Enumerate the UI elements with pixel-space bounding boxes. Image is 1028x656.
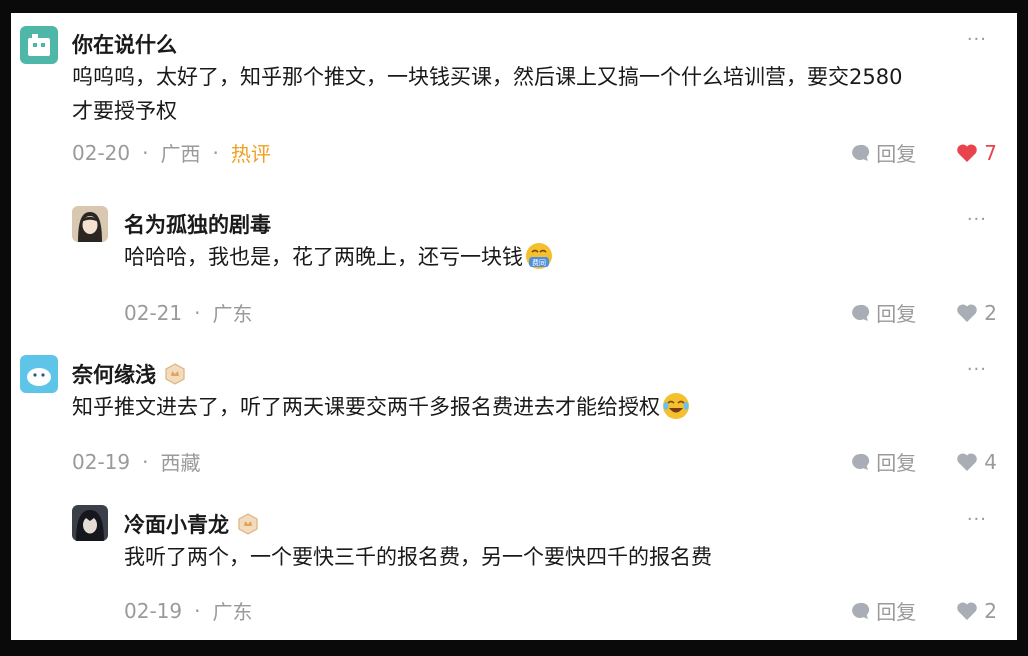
comment-text: 知乎推文进去了，听了两天课要交两千多报名费进去才能给授权 bbox=[72, 390, 690, 424]
like-count: 7 bbox=[984, 140, 997, 165]
avatar[interactable] bbox=[20, 26, 58, 64]
reply-icon bbox=[852, 602, 870, 619]
heart-icon bbox=[957, 303, 978, 322]
comment-text: 呜呜呜，太好了，知乎那个推文，一块钱买课，然后课上又搞一个什么培训营，要交258… bbox=[72, 60, 902, 128]
comment-text-line: 呜呜呜，太好了，知乎那个推文，一块钱买课，然后课上又搞一个什么培训营，要交258… bbox=[72, 65, 903, 89]
reply-button[interactable]: 回复 bbox=[850, 138, 916, 167]
avatar[interactable] bbox=[72, 505, 108, 541]
comment-actions: 回复 2 bbox=[850, 298, 997, 327]
comment-text-line: 才要授予权 bbox=[72, 99, 177, 123]
like-count: 2 bbox=[984, 598, 997, 623]
reply-icon bbox=[852, 144, 870, 161]
username[interactable]: 奈何缘浅 bbox=[72, 359, 186, 389]
like-button[interactable]: 4 bbox=[956, 450, 997, 474]
like-count: 4 bbox=[984, 449, 997, 474]
comment-location: 广东 bbox=[212, 302, 253, 326]
comment-meta: 02-19 · 广东 bbox=[124, 596, 252, 625]
comment-meta: 02-20 · 广西 · 热评 bbox=[72, 138, 271, 167]
username[interactable]: 你在说什么 bbox=[72, 29, 177, 59]
comment-item: 你在说什么 ··· 呜呜呜，太好了，知乎那个推文，一块钱买课，然后课上又搞一个什… bbox=[11, 13, 1017, 193]
comment-item: 奈何缘浅 ··· 知乎推文进去了，听了两天课要交两千多报名费进去才能给授权 02… bbox=[11, 343, 1017, 493]
comment-text: 哈哈哈，我也是，花了两晚上，还亏一块钱 费同 bbox=[124, 240, 553, 274]
comment-meta: 02-19 · 西藏 bbox=[72, 447, 200, 476]
like-count: 2 bbox=[984, 300, 997, 325]
reply-button[interactable]: 回复 bbox=[850, 596, 916, 625]
comment-date: 02-20 bbox=[72, 140, 131, 165]
svg-text:费同: 费同 bbox=[532, 258, 546, 267]
comment-meta: 02-21 · 广东 bbox=[124, 298, 252, 327]
username[interactable]: 名为孤独的剧毒 bbox=[124, 209, 271, 239]
sympathy-emoji-icon: 费同 bbox=[526, 243, 552, 269]
comment-actions: 回复 4 bbox=[850, 447, 997, 476]
comment-text: 我听了两个，一个要快三千的报名费，另一个要快四千的报名费 bbox=[124, 545, 712, 569]
comment-date: 02-19 bbox=[124, 598, 183, 623]
reply-button[interactable]: 回复 bbox=[850, 298, 916, 327]
reply-icon bbox=[852, 453, 870, 470]
like-button[interactable]: 7 bbox=[956, 141, 997, 165]
like-button[interactable]: 2 bbox=[956, 599, 997, 623]
comment-item: 名为孤独的剧毒 ··· 哈哈哈，我也是，花了两晚上，还亏一块钱 费同 02-21… bbox=[11, 193, 1017, 343]
more-options-icon[interactable]: ··· bbox=[967, 359, 987, 380]
comment-date: 02-21 bbox=[124, 300, 183, 325]
hot-tag: 热评 bbox=[230, 142, 271, 166]
heart-icon bbox=[957, 601, 978, 620]
comments-panel: 你在说什么 ··· 呜呜呜，太好了，知乎那个推文，一块钱买课，然后课上又搞一个什… bbox=[11, 13, 1017, 640]
avatar[interactable] bbox=[72, 206, 108, 242]
reply-button[interactable]: 回复 bbox=[850, 447, 916, 476]
avatar[interactable] bbox=[20, 355, 58, 393]
like-button[interactable]: 2 bbox=[956, 301, 997, 325]
comment-location: 广东 bbox=[212, 600, 253, 624]
comment-actions: 回复 7 bbox=[850, 138, 997, 167]
laughing-crying-emoji-icon bbox=[663, 393, 689, 419]
level-badge-icon bbox=[238, 513, 258, 535]
heart-icon bbox=[957, 452, 978, 471]
comment-location: 广西 bbox=[160, 142, 201, 166]
comment-item: 冷面小青龙 ··· 我听了两个，一个要快三千的报名费，另一个要快四千的报名费 0… bbox=[11, 493, 1017, 640]
comment-location: 西藏 bbox=[160, 451, 201, 475]
heart-icon bbox=[957, 143, 978, 162]
more-options-icon[interactable]: ··· bbox=[967, 209, 987, 230]
comment-actions: 回复 2 bbox=[850, 596, 997, 625]
more-options-icon[interactable]: ··· bbox=[967, 509, 987, 530]
reply-icon bbox=[852, 304, 870, 321]
more-options-icon[interactable]: ··· bbox=[967, 29, 987, 50]
comment-date: 02-19 bbox=[72, 449, 131, 474]
username[interactable]: 冷面小青龙 bbox=[124, 509, 259, 539]
level-badge-icon bbox=[165, 363, 185, 385]
